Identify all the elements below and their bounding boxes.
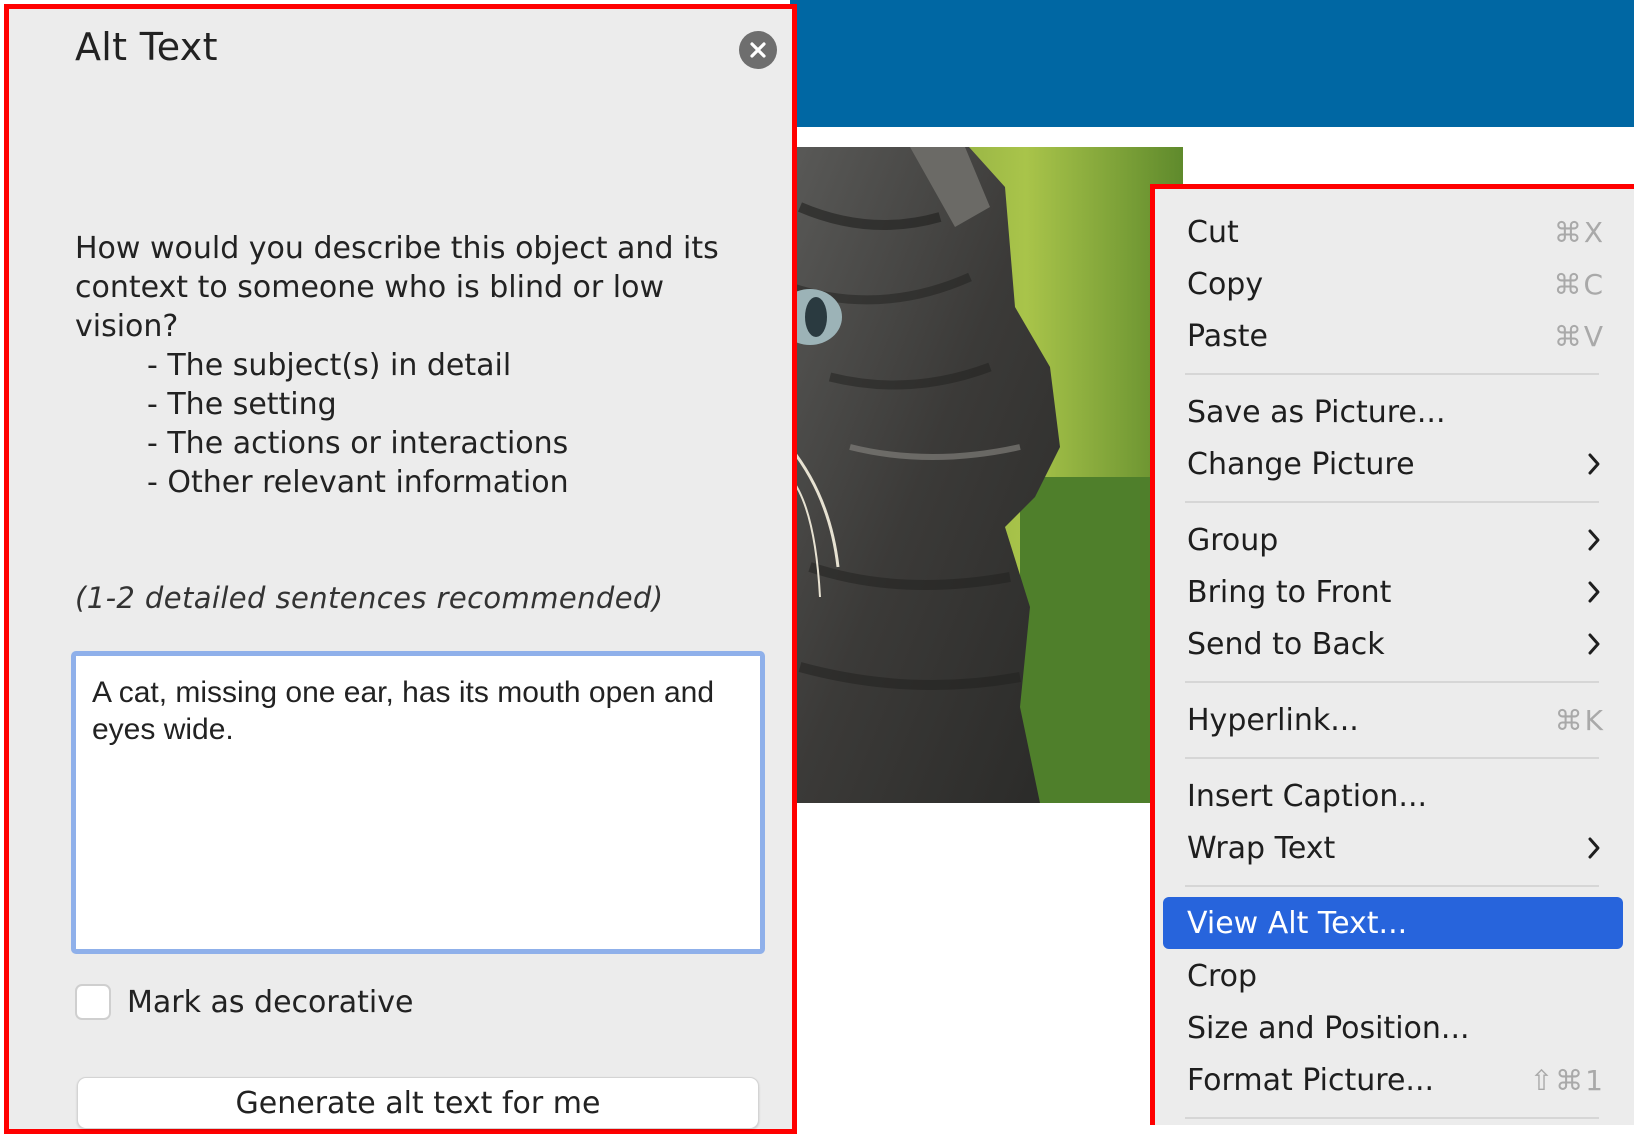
- menu-separator: [1185, 681, 1599, 683]
- close-icon: [750, 42, 766, 58]
- menu-item-shortcut: ⌘C: [1553, 267, 1605, 301]
- menu-item-cut[interactable]: Cut ⌘X: [1163, 209, 1623, 255]
- menu-item-shortcut: ⌘K: [1554, 703, 1605, 737]
- menu-item-size-and-position[interactable]: Size and Position...: [1163, 1005, 1623, 1051]
- menu-item-send-to-back[interactable]: Send to Back: [1163, 621, 1623, 667]
- alt-text-pane: Alt Text How would you describe this obj…: [4, 4, 797, 1134]
- menu-item-label: Save as Picture...: [1187, 394, 1446, 430]
- menu-item-copy[interactable]: Copy ⌘C: [1163, 261, 1623, 307]
- instruction-bullet: - The setting: [147, 387, 337, 422]
- word-title-bar: [790, 0, 1634, 127]
- menu-item-label: View Alt Text...: [1187, 905, 1408, 941]
- menu-item-label: Crop: [1187, 958, 1258, 994]
- menu-item-format-picture[interactable]: Format Picture... ⇧⌘1: [1163, 1057, 1623, 1103]
- instruction-question: How would you describe this object and i…: [75, 231, 719, 344]
- instruction-bullet: - Other relevant information: [147, 465, 569, 500]
- chevron-right-icon: [1583, 629, 1605, 659]
- menu-item-label: Bring to Front: [1187, 574, 1392, 610]
- menu-item-shortcut: ⌘X: [1553, 215, 1605, 249]
- menu-item-shortcut: ⇧⌘1: [1529, 1063, 1605, 1097]
- menu-item-label: Hyperlink...: [1187, 702, 1359, 738]
- menu-item-bring-to-front[interactable]: Bring to Front: [1163, 569, 1623, 615]
- menu-item-label: Wrap Text: [1187, 830, 1336, 866]
- menu-item-crop[interactable]: Crop: [1163, 953, 1623, 999]
- menu-item-save-as-picture[interactable]: Save as Picture...: [1163, 389, 1623, 435]
- close-pane-button[interactable]: [739, 31, 777, 69]
- instruction-bullets: - The subject(s) in detail - The setting…: [75, 346, 775, 502]
- menu-separator: [1185, 885, 1599, 887]
- generate-alt-text-button[interactable]: Generate alt text for me: [77, 1077, 759, 1129]
- menu-item-view-alt-text[interactable]: View Alt Text...: [1163, 897, 1623, 949]
- menu-item-label: Insert Caption...: [1187, 778, 1428, 814]
- decorative-row[interactable]: Mark as decorative: [75, 984, 413, 1020]
- instruction-bullet: - The actions or interactions: [147, 426, 569, 461]
- instructions: How would you describe this object and i…: [75, 229, 775, 502]
- menu-item-paste[interactable]: Paste ⌘V: [1163, 313, 1623, 359]
- menu-item-label: Paste: [1187, 318, 1268, 354]
- menu-item-change-picture[interactable]: Change Picture: [1163, 441, 1623, 487]
- menu-item-shortcut: ⌘V: [1553, 319, 1605, 353]
- cat-picture[interactable]: [790, 147, 1183, 803]
- menu-item-label: Cut: [1187, 214, 1239, 250]
- menu-item-label: Send to Back: [1187, 626, 1385, 662]
- menu-item-label: Change Picture: [1187, 446, 1415, 482]
- decorative-checkbox[interactable]: [75, 984, 111, 1020]
- menu-item-label: Format Picture...: [1187, 1062, 1435, 1098]
- sentence-recommendation: (1-2 detailed sentences recommended): [75, 581, 664, 615]
- menu-separator: [1185, 757, 1599, 759]
- menu-item-label: Size and Position...: [1187, 1010, 1470, 1046]
- chevron-right-icon: [1583, 577, 1605, 607]
- decorative-label: Mark as decorative: [127, 984, 414, 1020]
- menu-separator: [1185, 1117, 1599, 1119]
- menu-item-label: Copy: [1187, 266, 1264, 302]
- menu-item-hyperlink[interactable]: Hyperlink... ⌘K: [1163, 697, 1623, 743]
- alt-text-input[interactable]: [71, 651, 765, 954]
- chevron-right-icon: [1583, 525, 1605, 555]
- chevron-right-icon: [1583, 449, 1605, 479]
- context-menu: Cut ⌘X Copy ⌘C Paste ⌘V Save as Picture.…: [1150, 184, 1634, 1125]
- pane-title: Alt Text: [75, 25, 218, 69]
- menu-separator: [1185, 501, 1599, 503]
- menu-item-insert-caption[interactable]: Insert Caption...: [1163, 773, 1623, 819]
- menu-item-wrap-text[interactable]: Wrap Text: [1163, 825, 1623, 871]
- instruction-bullet: - The subject(s) in detail: [147, 348, 512, 383]
- chevron-right-icon: [1583, 833, 1605, 863]
- cat-illustration: [790, 147, 1183, 803]
- menu-item-label: Group: [1187, 522, 1279, 558]
- menu-item-group[interactable]: Group: [1163, 517, 1623, 563]
- menu-separator: [1185, 373, 1599, 375]
